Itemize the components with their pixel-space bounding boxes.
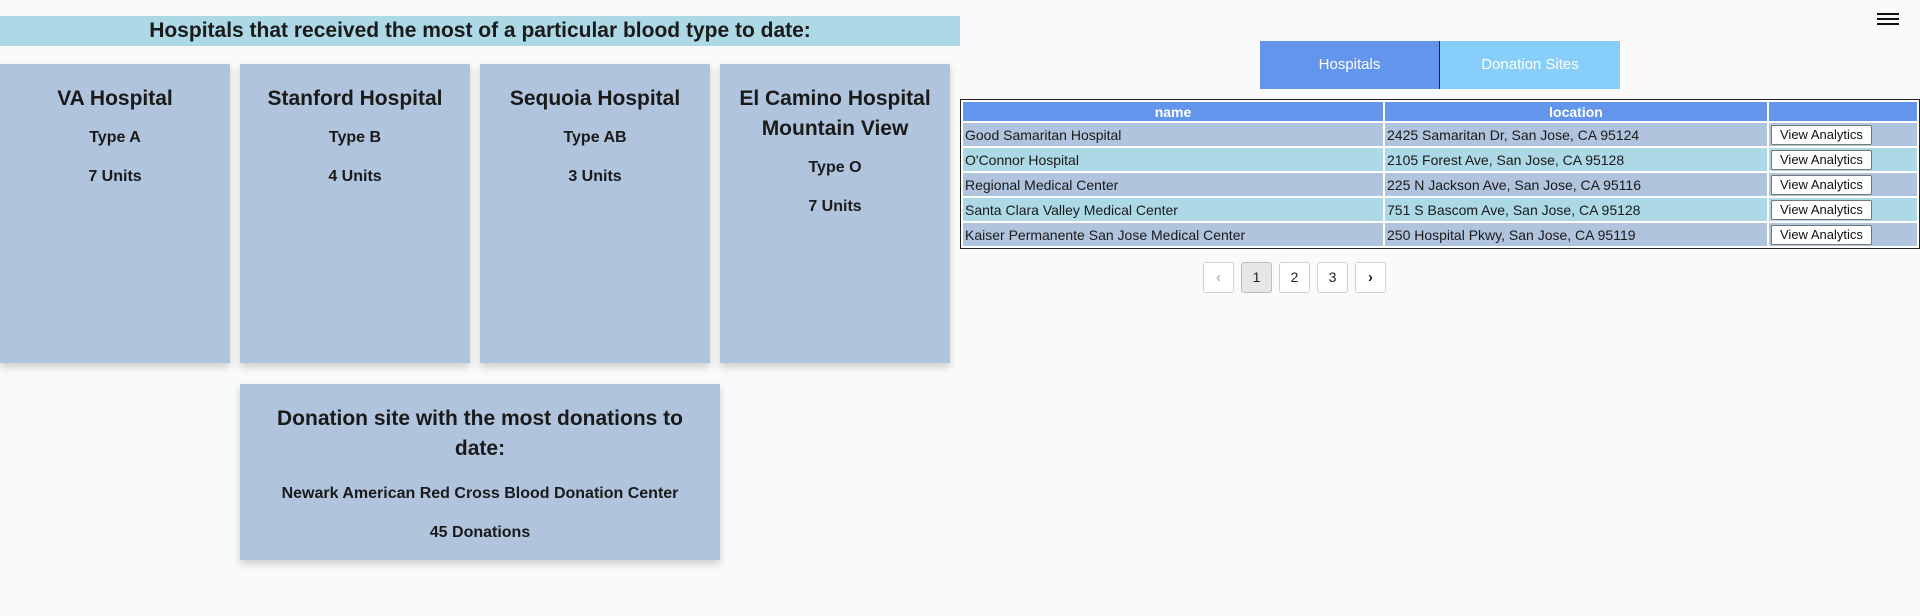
tab-hospitals[interactable]: Hospitals	[1260, 41, 1440, 89]
table-row: Good Samaritan Hospital 2425 Samaritan D…	[963, 123, 1917, 146]
cell-name: O'Connor Hospital	[963, 148, 1383, 171]
prev-page-button[interactable]: ‹	[1203, 262, 1234, 293]
view-analytics-button[interactable]: View Analytics	[1771, 174, 1872, 195]
cell-action: View Analytics	[1769, 198, 1917, 221]
table-row: O'Connor Hospital 2105 Forest Ave, San J…	[963, 148, 1917, 171]
cell-action: View Analytics	[1769, 223, 1917, 246]
hamburger-menu-icon[interactable]	[1877, 10, 1899, 28]
view-analytics-button[interactable]: View Analytics	[1771, 124, 1872, 145]
blood-type-card: Sequoia Hospital Type AB 3 Units	[480, 64, 710, 363]
blood-type-card: El Camino Hospital Mountain View Type O …	[720, 64, 950, 363]
cell-location: 751 S Bascom Ave, San Jose, CA 95128	[1385, 198, 1767, 221]
table-header-row: name location	[963, 102, 1917, 121]
column-header-actions	[1769, 102, 1917, 121]
column-header-name[interactable]: name	[963, 102, 1383, 121]
blood-type-card: Stanford Hospital Type B 4 Units	[240, 64, 470, 363]
page-button-3[interactable]: 3	[1317, 262, 1348, 293]
card-hospital-name: Sequoia Hospital	[509, 87, 681, 110]
card-units: 3 Units	[568, 168, 622, 185]
page-button-1[interactable]: 1	[1241, 262, 1272, 293]
view-analytics-button[interactable]: View Analytics	[1771, 199, 1872, 220]
cell-location: 2105 Forest Ave, San Jose, CA 95128	[1385, 148, 1767, 171]
donation-site-card: Donation site with the most donations to…	[240, 384, 720, 560]
cell-name: Good Samaritan Hospital	[963, 123, 1383, 146]
cell-name: Regional Medical Center	[963, 173, 1383, 196]
cell-location: 225 N Jackson Ave, San Jose, CA 95116	[1385, 173, 1767, 196]
page-button-2[interactable]: 2	[1279, 262, 1310, 293]
pagination: ‹ 1 2 3 ›	[1203, 262, 1386, 293]
table-row: Regional Medical Center 225 N Jackson Av…	[963, 173, 1917, 196]
chevron-right-icon: ›	[1368, 269, 1373, 286]
hospitals-table: name location Good Samaritan Hospital 24…	[960, 99, 1920, 249]
blood-type-card: VA Hospital Type A 7 Units	[0, 64, 230, 363]
cell-location: 250 Hospital Pkwy, San Jose, CA 95119	[1385, 223, 1767, 246]
donation-site-name: Newark American Red Cross Blood Donation…	[281, 485, 679, 502]
cell-action: View Analytics	[1769, 173, 1917, 196]
card-hospital-name: Stanford Hospital	[267, 87, 443, 110]
card-blood-type: Type O	[808, 159, 862, 176]
card-blood-type: Type A	[89, 129, 141, 146]
card-blood-type: Type B	[328, 129, 382, 146]
view-analytics-button[interactable]: View Analytics	[1771, 224, 1872, 245]
tab-donation-sites[interactable]: Donation Sites	[1440, 41, 1620, 89]
blood-type-banner: Hospitals that received the most of a pa…	[0, 16, 960, 46]
donation-count: 45 Donations	[429, 524, 531, 541]
next-page-button[interactable]: ›	[1355, 262, 1386, 293]
card-hospital-name: VA Hospital	[57, 87, 173, 110]
view-tabs: Hospitals Donation Sites	[1260, 41, 1620, 89]
column-header-location[interactable]: location	[1385, 102, 1767, 121]
cell-action: View Analytics	[1769, 148, 1917, 171]
card-blood-type: Type AB	[563, 129, 627, 146]
donation-site-title: Donation site with the most donations to…	[277, 407, 683, 460]
card-units: 7 Units	[808, 198, 862, 215]
chevron-left-icon: ‹	[1216, 269, 1221, 286]
card-units: 4 Units	[328, 168, 382, 185]
table-row: Santa Clara Valley Medical Center 751 S …	[963, 198, 1917, 221]
view-analytics-button[interactable]: View Analytics	[1771, 149, 1872, 170]
cell-name: Santa Clara Valley Medical Center	[963, 198, 1383, 221]
card-hospital-name: El Camino Hospital Mountain View	[739, 87, 931, 140]
table-row: Kaiser Permanente San Jose Medical Cente…	[963, 223, 1917, 246]
cell-name: Kaiser Permanente San Jose Medical Cente…	[963, 223, 1383, 246]
card-units: 7 Units	[88, 168, 142, 185]
cell-action: View Analytics	[1769, 123, 1917, 146]
cell-location: 2425 Samaritan Dr, San Jose, CA 95124	[1385, 123, 1767, 146]
